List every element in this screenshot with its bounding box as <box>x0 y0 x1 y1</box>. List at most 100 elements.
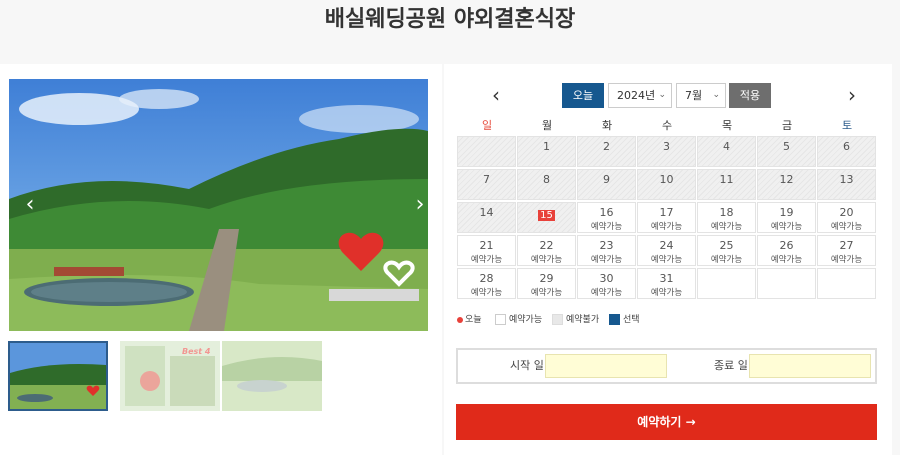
calendar-day-status: 예약가능 <box>710 255 743 265</box>
calendar-day-number: 6 <box>843 140 850 153</box>
gallery-prev-arrow[interactable]: ‹ <box>21 191 39 219</box>
thumbnail-1-image <box>10 343 106 409</box>
month-select[interactable]: 7월 ⌄ <box>676 83 726 108</box>
calendar-day[interactable]: 31 예약가능 <box>637 268 696 299</box>
weekday-header: 월 <box>541 119 553 132</box>
calendar-day-number: 29 <box>539 272 554 285</box>
unavailable-swatch-icon <box>552 314 563 325</box>
calendar-day[interactable]: 17 예약가능 <box>637 202 696 233</box>
park-photo <box>9 79 428 331</box>
calendar-empty-cell <box>757 268 816 299</box>
calendar-day-status: 예약가능 <box>590 288 623 298</box>
calendar-day-number: 12 <box>779 173 794 186</box>
calendar-day: 3 <box>637 136 696 167</box>
calendar-day: 1 <box>517 136 576 167</box>
calendar-day[interactable]: 29 예약가능 <box>517 268 576 299</box>
start-date-input[interactable] <box>545 354 667 378</box>
calendar-day-number: 27 <box>839 239 854 252</box>
today-button[interactable]: 오늘 <box>562 83 604 108</box>
chevron-down-icon: ⌄ <box>658 90 666 100</box>
legend-unavailable-label: 예약불가 <box>566 315 600 325</box>
calendar-day[interactable]: 16 예약가능 <box>577 202 636 233</box>
calendar-day-status: 예약가능 <box>590 255 623 265</box>
calendar-day[interactable]: 26 예약가능 <box>757 235 816 266</box>
calendar-day[interactable]: 25 예약가능 <box>697 235 756 266</box>
calendar-day-number: 23 <box>599 239 614 252</box>
calendar-day: 12 <box>757 169 816 200</box>
calendar-day-number: 5 <box>783 140 790 153</box>
calendar-day-number: 17 <box>659 206 674 219</box>
calendar-day[interactable]: 21 예약가능 <box>457 235 516 266</box>
calendar-day: 10 <box>637 169 696 200</box>
thumbnail-1[interactable] <box>8 341 108 411</box>
calendar-day-number: 14 <box>479 206 494 219</box>
calendar-day-status: 예약가능 <box>530 255 563 265</box>
calendar-day[interactable]: 23 예약가능 <box>577 235 636 266</box>
end-date-input[interactable] <box>749 354 871 378</box>
end-date-label: 종료 일 <box>714 359 748 372</box>
calendar-day-number: 2 <box>603 140 610 153</box>
legend-selected: 선택 <box>609 314 640 326</box>
gallery-next-arrow[interactable]: › <box>411 191 428 219</box>
calendar-day: 11 <box>697 169 756 200</box>
calendar-empty-cell <box>457 136 516 167</box>
calendar-day-number: 8 <box>543 173 550 186</box>
calendar-day-status: 예약가능 <box>470 255 503 265</box>
page-title: 배실웨딩공원 야외결혼식장 <box>324 7 576 32</box>
calendar-day: 2 <box>577 136 636 167</box>
calendar-day[interactable]: 30 예약가능 <box>577 268 636 299</box>
thumbnail-3[interactable] <box>222 341 322 411</box>
calendar-day-number: 1 <box>543 140 550 153</box>
calendar-day[interactable]: 19 예약가능 <box>757 202 816 233</box>
legend-available-label: 예약가능 <box>509 315 543 325</box>
calendar-day: 13 <box>817 169 876 200</box>
calendar-day-status: 예약가능 <box>650 222 683 232</box>
calendar-day[interactable]: 28 예약가능 <box>457 268 516 299</box>
calendar-day[interactable]: 22 예약가능 <box>517 235 576 266</box>
calendar-day-number: 25 <box>719 239 734 252</box>
available-swatch-icon <box>495 314 506 325</box>
calendar-day-number: 9 <box>603 173 610 186</box>
calendar-day-number: 13 <box>839 173 854 186</box>
calendar-empty-cell <box>817 268 876 299</box>
calendar-day: 9 <box>577 169 636 200</box>
calendar-day-status: 예약가능 <box>650 255 683 265</box>
calendar-day-status: 예약가능 <box>770 222 803 232</box>
calendar-day-number: 22 <box>539 239 554 252</box>
calendar-day-status: 예약가능 <box>830 222 863 232</box>
calendar-day-number: 4 <box>723 140 730 153</box>
calendar-day[interactable]: 18 예약가능 <box>697 202 756 233</box>
calendar-day-number: 24 <box>659 239 674 252</box>
next-month-button[interactable]: › <box>840 82 864 110</box>
prev-month-button[interactable]: ‹ <box>484 82 508 110</box>
weekday-header: 수 <box>661 119 673 132</box>
calendar-day-number: 21 <box>479 239 494 252</box>
thumbnail-2[interactable]: Best 4 <box>120 341 220 411</box>
weekday-header: 목 <box>721 119 733 132</box>
calendar-day[interactable]: 20 예약가능 <box>817 202 876 233</box>
apply-button[interactable]: 적용 <box>729 83 771 108</box>
calendar-day: 6 <box>817 136 876 167</box>
calendar-day-number: 10 <box>659 173 674 186</box>
calendar-navigation: ‹ 오늘 2024년 ⌄ 7월 ⌄ 적용 › <box>464 82 874 110</box>
weekday-header: 금 <box>781 119 793 132</box>
weekday-header: 토 <box>841 119 853 132</box>
calendar-day[interactable]: 24 예약가능 <box>637 235 696 266</box>
calendar-day[interactable]: 27 예약가능 <box>817 235 876 266</box>
calendar-day-status: 예약가능 <box>650 288 683 298</box>
year-select[interactable]: 2024년 ⌄ <box>608 83 672 108</box>
calendar-empty-cell <box>697 268 756 299</box>
today-dot-icon <box>457 316 463 323</box>
calendar-day-number: 16 <box>599 206 614 219</box>
main-photo[interactable]: ‹ › <box>9 79 428 331</box>
calendar-day-status: 예약가능 <box>710 222 743 232</box>
calendar-day: 14 <box>457 202 516 233</box>
calendar-day: 7 <box>457 169 516 200</box>
calendar-day-number: 7 <box>483 173 490 186</box>
selected-swatch-icon <box>609 314 620 325</box>
calendar-day-number: 15 <box>538 210 555 221</box>
thumbnail-3-image <box>222 341 322 411</box>
booking-panel: ‹ 오늘 2024년 ⌄ 7월 ⌄ 적용 › 일월화수목금토1234567891… <box>444 64 892 455</box>
calendar-day-status: 예약가능 <box>530 288 563 298</box>
reserve-button[interactable]: 예약하기 → <box>456 404 877 440</box>
